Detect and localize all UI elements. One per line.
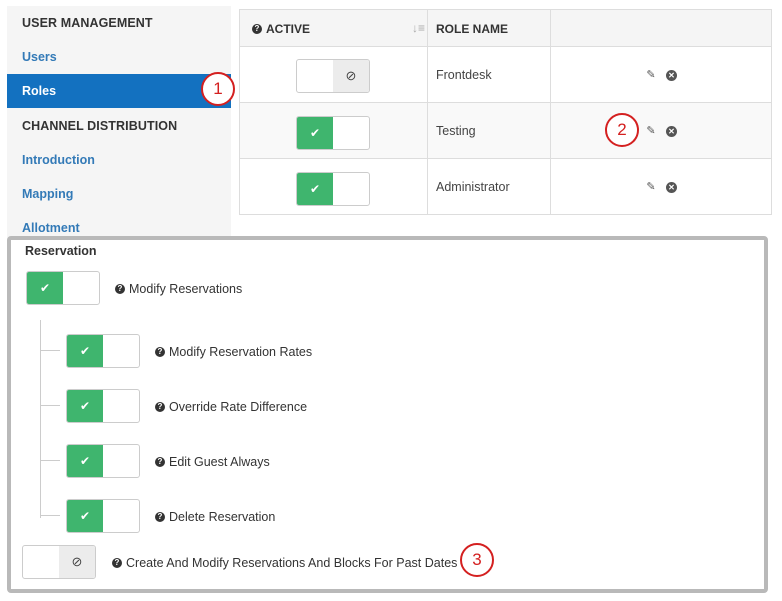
modify-reservation-rates-label: ? Modify Reservation Rates [155, 345, 312, 359]
remove-icon[interactable]: ✕ [666, 126, 677, 137]
sort-icon[interactable]: ↓≡ [412, 21, 425, 35]
check-icon: ✔ [67, 445, 103, 477]
override-rate-difference-label: ? Override Rate Difference [155, 400, 307, 414]
sidebar-section-user-management: USER MANAGEMENT [22, 16, 153, 30]
sidebar-item-roles[interactable]: Roles [7, 74, 231, 108]
check-icon: ✔ [67, 390, 103, 422]
role-name-cell: Frontdesk [436, 68, 492, 82]
question-icon: ? [252, 23, 262, 34]
delete-reservation-toggle[interactable]: ✔ [66, 499, 140, 533]
active-toggle-on[interactable]: ✔ [296, 116, 370, 150]
check-icon: ✔ [67, 335, 103, 367]
tree-branch [40, 405, 60, 406]
check-icon: ✔ [297, 117, 333, 149]
edit-guest-always-label: ? Edit Guest Always [155, 455, 270, 469]
table-header-row: ? ACTIVE ↓≡ ROLE NAME [240, 10, 771, 47]
question-icon: ? [155, 511, 165, 522]
role-name-cell: Administrator [436, 180, 510, 194]
past-dates-toggle[interactable]: ⊘ [22, 545, 96, 579]
ban-icon: ⊘ [333, 60, 369, 92]
sidebar: USER MANAGEMENT Users Roles CHANNEL DIST… [7, 6, 231, 238]
table-row: ✔ Administrator ✎ ✕ [240, 159, 771, 215]
role-name-cell: Testing [436, 124, 476, 138]
ban-icon: ⊘ [59, 546, 95, 578]
column-header-role-name[interactable]: ROLE NAME [436, 22, 508, 36]
sidebar-item-users[interactable]: Users [22, 50, 57, 64]
roles-table: ? ACTIVE ↓≡ ROLE NAME ⊘ Frontdesk ✎ ✕ ✔ T… [239, 9, 772, 215]
remove-icon[interactable]: ✕ [666, 182, 677, 193]
check-icon: ✔ [27, 272, 63, 304]
question-icon: ? [112, 557, 122, 568]
tree-branch [40, 460, 60, 461]
modify-reservation-rates-toggle[interactable]: ✔ [66, 334, 140, 368]
column-divider [550, 10, 551, 214]
question-icon: ? [155, 456, 165, 467]
table-row: ⊘ Frontdesk ✎ ✕ [240, 47, 771, 103]
panel-title: Reservation [25, 244, 97, 258]
callout-2: 2 [605, 113, 639, 147]
edit-icon[interactable]: ✎ [645, 181, 657, 193]
sidebar-item-introduction[interactable]: Introduction [22, 153, 95, 167]
check-icon: ✔ [67, 500, 103, 532]
sidebar-item-label: Roles [22, 84, 57, 98]
tree-branch [40, 515, 60, 516]
modify-reservations-toggle[interactable]: ✔ [26, 271, 100, 305]
active-toggle-on[interactable]: ✔ [296, 172, 370, 206]
edit-icon[interactable]: ✎ [645, 125, 657, 137]
edit-icon[interactable]: ✎ [645, 69, 657, 81]
callout-3: 3 [460, 543, 494, 577]
tree-branch [40, 350, 60, 351]
edit-guest-always-toggle[interactable]: ✔ [66, 444, 140, 478]
question-icon: ? [155, 401, 165, 412]
callout-1: 1 [201, 72, 235, 106]
delete-reservation-label: ? Delete Reservation [155, 510, 275, 524]
check-icon: ✔ [297, 173, 333, 205]
column-header-active[interactable]: ? ACTIVE [252, 22, 310, 36]
question-icon: ? [155, 346, 165, 357]
active-toggle-off[interactable]: ⊘ [296, 59, 370, 93]
question-icon: ? [115, 283, 125, 294]
reservation-permissions-panel: Reservation ✔ ? Modify Reservations ✔ ? Mo… [7, 236, 768, 593]
override-rate-difference-toggle[interactable]: ✔ [66, 389, 140, 423]
column-divider [427, 10, 428, 214]
sidebar-section-channel-distribution: CHANNEL DISTRIBUTION [22, 119, 178, 133]
sidebar-item-mapping[interactable]: Mapping [22, 187, 73, 201]
past-dates-label: ? Create And Modify Reservations And Bloc… [112, 556, 457, 570]
table-row: ✔ Testing ✎ ✕ [240, 103, 771, 159]
app: USER MANAGEMENT Users Roles CHANNEL DIST… [0, 0, 782, 601]
modify-reservations-label: ? Modify Reservations [115, 282, 242, 296]
sidebar-item-allotment[interactable]: Allotment [22, 221, 80, 235]
remove-icon[interactable]: ✕ [666, 70, 677, 81]
